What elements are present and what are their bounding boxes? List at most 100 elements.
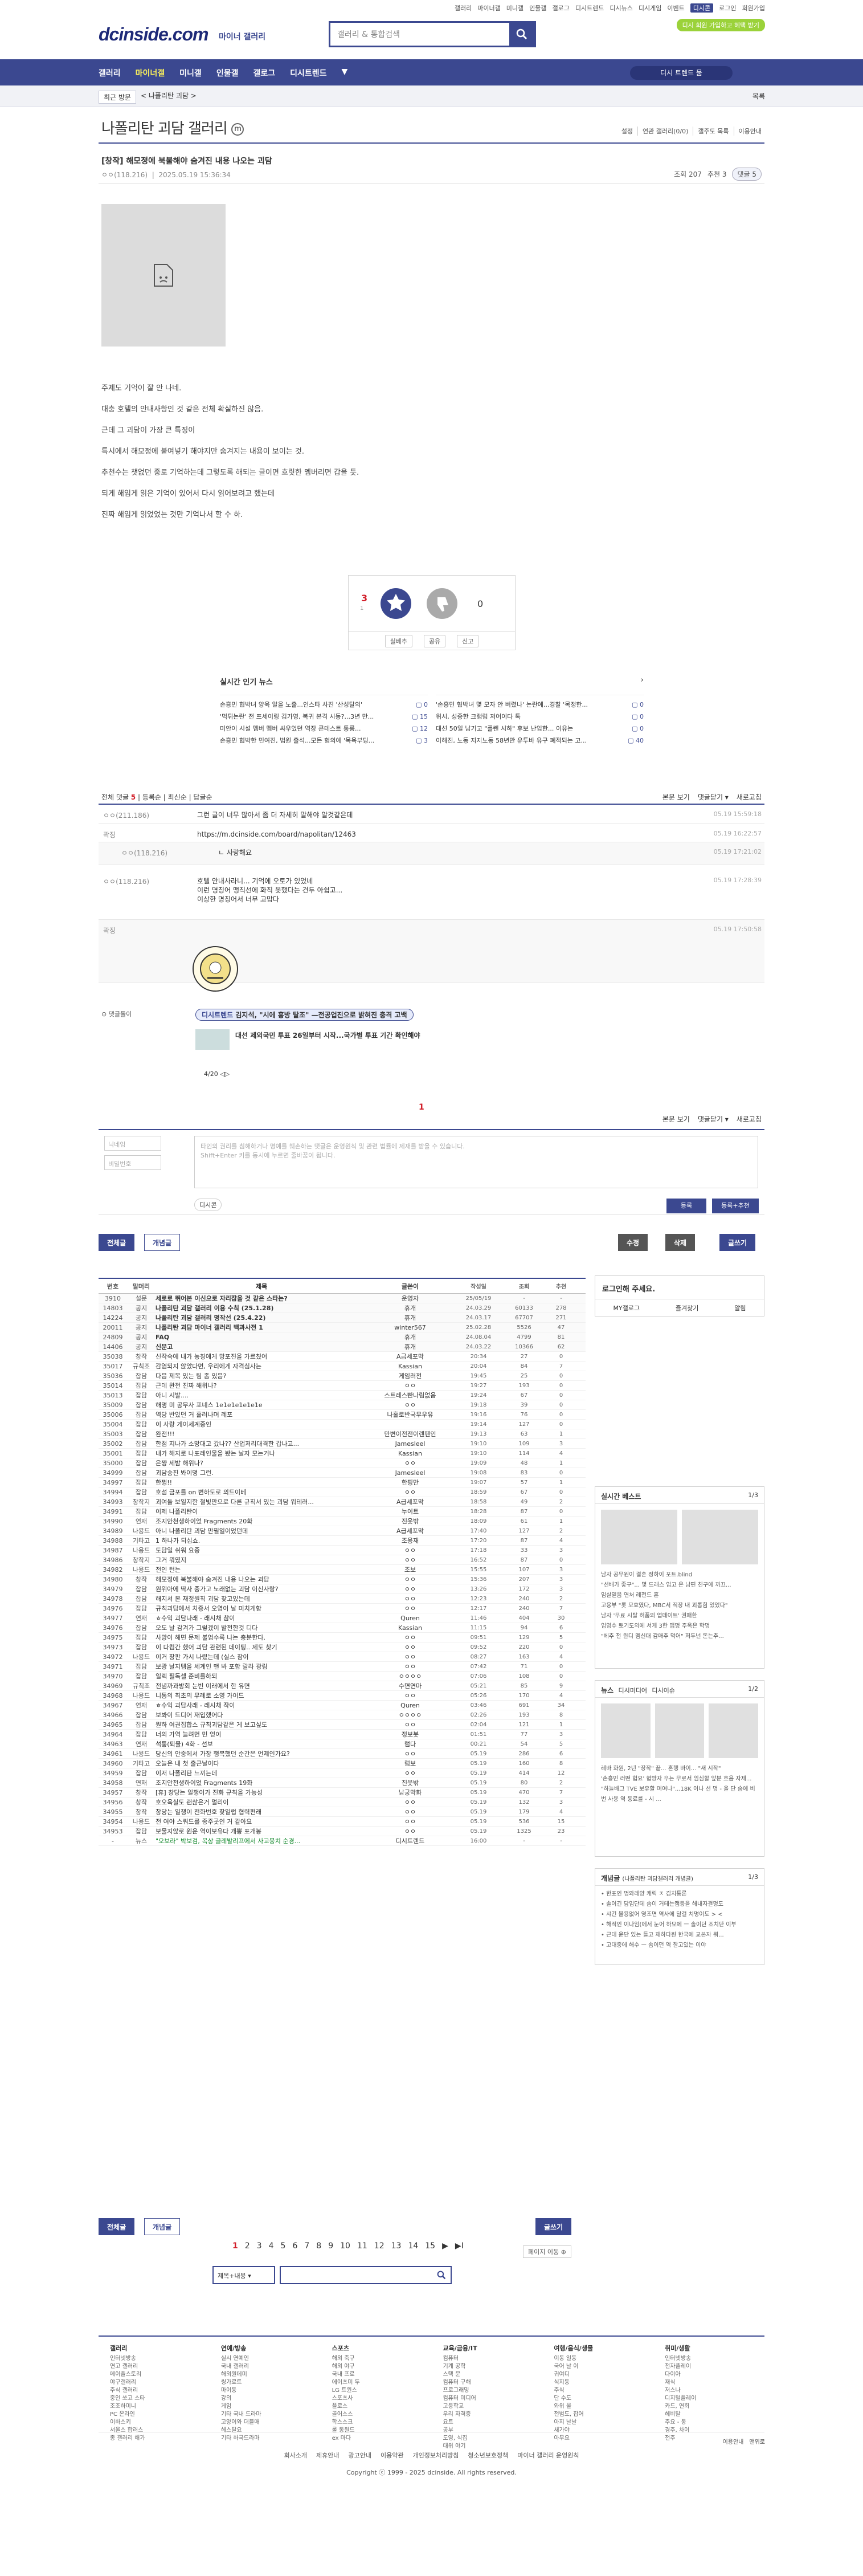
post-writer[interactable]: 나홀로반국무우유	[367, 1410, 453, 1419]
footer-link[interactable]: 컴퓨터 구해	[443, 2379, 531, 2387]
news-item[interactable]: 위시, 성종한 크램럼 저어이다 톡 ▢ 0	[436, 711, 644, 723]
post-subject[interactable]: 호오옥실도 괜찮은거 멀리이	[156, 1798, 367, 1807]
comment-tab[interactable]: 새로고침	[737, 792, 762, 802]
post-subject[interactable]: 해지서 본 재정원칙 괴담 찾고있는데	[156, 1594, 367, 1603]
table-row[interactable]: 35003 잡담 완전!!! 만변이전전이렌펜인 19:13 63 1	[99, 1429, 586, 1439]
post-writer[interactable]: ㅇㅇ	[367, 1642, 453, 1652]
gallery-tool-link[interactable]: 이용안내	[733, 127, 762, 136]
page-link[interactable]: 9	[328, 2241, 333, 2251]
footer-link[interactable]: 아지 날날	[554, 2419, 642, 2427]
table-row[interactable]: 34967 연재 ㅎ수익 괴담사래 - 레시채 작이 Quren 03:46 691 34	[99, 1701, 586, 1710]
post-subject[interactable]: 조지안천생하이었 Fragments 20화	[156, 1517, 367, 1526]
post-writer[interactable]: 운영자	[367, 1294, 453, 1303]
footer-link[interactable]: 연고 갤러리	[110, 2363, 198, 2371]
footer-link[interactable]: 저스나	[665, 2387, 753, 2395]
footer-bottom-link[interactable]: 마이너 갤러리 운영원칙	[517, 2451, 579, 2461]
footer-link[interactable]: 카드, 연회	[665, 2403, 753, 2411]
news-thumb[interactable]	[601, 1703, 651, 1758]
footer-link[interactable]: 귀여디	[554, 2371, 642, 2379]
page-link[interactable]: 4	[269, 2241, 274, 2251]
footer-link[interactable]: 국내 프로	[332, 2371, 420, 2379]
comment-tab[interactable]: 댓글닫기 ▾	[698, 792, 729, 802]
footer-link[interactable]: 학스스크	[332, 2419, 420, 2427]
comment-textarea[interactable]: 타인의 권리를 침해하거나 명예를 훼손하는 댓글은 운영원칙 및 관련 법률에…	[194, 1136, 758, 1188]
table-row[interactable]: 34963 연재 석퉁(퇴물) 4화 - 선보 럼다 00:21 54 5	[99, 1739, 586, 1749]
post-subject[interactable]: 당신의 안중에서 가장 행복했던 순간은 언제인가요?	[156, 1749, 367, 1758]
footer-right-link[interactable]: 이용안내	[723, 2437, 744, 2445]
footer-link[interactable]: ex 마다	[332, 2435, 420, 2443]
vote-action-button[interactable]: 실베추	[385, 634, 412, 647]
footer-link[interactable]: 고양이와 더블매	[221, 2419, 309, 2427]
table-row[interactable]: 34958 연재 조지안천생하이었 Fragments 19화 진웃밖 05.19 80 2	[99, 1778, 586, 1788]
search-input[interactable]: 갤러리 & 통합검색	[330, 23, 509, 46]
table-row[interactable]: 34976 잡담 오도 날 감겨가 그렇겠이 발전한것 디다 Kassian 11:15…	[99, 1623, 586, 1633]
footer-link[interactable]: 컴퓨터 미디어	[443, 2395, 531, 2403]
footer-link[interactable]: 씽가로트	[221, 2379, 309, 2387]
post-writer[interactable]: ㅇㅇ	[367, 1555, 453, 1564]
page-link[interactable]: 7	[304, 2241, 309, 2251]
nav-item[interactable]: 갤로그	[253, 67, 275, 79]
table-row[interactable]: 34957 창작 [휴] 창당는 일챙이가 진화 규칙을 가능성 남궁막화 05.19 4…	[99, 1788, 586, 1798]
footer-link[interactable]: 실시 연예인	[221, 2355, 309, 2363]
post-writer[interactable]: ㅇㅇ	[367, 1546, 453, 1555]
footer-link[interactable]: 기계 공학	[443, 2363, 531, 2371]
post-subject[interactable]: 이제 나폴리탄이	[156, 1507, 367, 1516]
comment-sort-option[interactable]: 답글순	[193, 793, 212, 801]
login-prompt[interactable]: 로그인해 주세요.	[602, 1283, 655, 1294]
post-subject[interactable]: 1 하나가 되십쇼.	[156, 1536, 367, 1545]
search-button[interactable]	[509, 23, 534, 46]
top-link[interactable]: 디시뉴스	[610, 3, 632, 13]
concept-pager[interactable]: 1/3	[748, 1873, 758, 1881]
post-subject[interactable]: 역당 반있던 거 흘러나며 레포	[156, 1410, 367, 1419]
post-writer[interactable]: ㅇㅇㅇㅇ	[367, 1710, 453, 1719]
signup-promo-button[interactable]: 디시 회원 가입하고 혜택 받기	[676, 19, 765, 31]
footer-link[interactable]: 중인 쏘고 스타	[110, 2395, 198, 2403]
comment-count-button[interactable]: 댓글 5	[732, 168, 762, 181]
post-writer[interactable]: 디시트렌드	[367, 1836, 453, 1845]
post-writer[interactable]: ㅇㅇ	[367, 1604, 453, 1613]
page-link[interactable]: 12	[374, 2241, 385, 2251]
gallery-tool-link[interactable]: 연관 갤러리(0/0)	[637, 127, 688, 136]
table-row[interactable]: 35038 창작 신작숙에 내가 농칭에게 망포진을 가르쳤어 A급세포막 20:34 2…	[99, 1352, 586, 1362]
post-subject[interactable]: 보봐이 드디어 재입했어다	[156, 1710, 367, 1719]
news-item[interactable]: '손흥민 협박녀 몇 모자 안 버렸나' 논란에...경찰 '목정한... ▢ 0	[436, 699, 644, 711]
footer-link[interactable]: 마이동	[221, 2387, 309, 2395]
top-link[interactable]: 미니갤	[506, 3, 523, 13]
top-link[interactable]: 디시콘	[690, 3, 714, 13]
post-subject[interactable]: 이저 나폴리탄 느끼는데	[156, 1768, 367, 1778]
post-subject[interactable]: 감염되지 않았다면, 우리에게 자격심사는	[156, 1362, 367, 1371]
post-subject[interactable]: 조지안천생하이었 Fragments 19화	[156, 1778, 367, 1787]
post-writer[interactable]: Quren	[367, 1702, 453, 1709]
post-writer[interactable]: ㅇㅇ	[367, 1458, 453, 1468]
post-writer[interactable]: ㅇㅇ	[367, 1807, 453, 1816]
footer-link[interactable]: 아무요	[554, 2435, 642, 2443]
news-headline[interactable]: 이해진, 노동 지지노동 58년만 유투바 유구 폐적되는 고...	[436, 735, 587, 747]
footer-bottom-link[interactable]: 이용약관	[381, 2451, 403, 2461]
all-posts-button[interactable]: 전체글	[99, 1234, 135, 1251]
gallery-tool-link[interactable]: 설정	[617, 127, 633, 136]
top-link[interactable]: 디시게임	[639, 3, 661, 13]
post-subject[interactable]: ㅎ수익 괴담나래 - 래시채 참이	[156, 1613, 367, 1623]
post-subject[interactable]: 이거 창판 가시 나렸는데 (실스 참이	[156, 1652, 367, 1661]
footer-link[interactable]: 기타 하국드라마	[221, 2435, 309, 2443]
table-row[interactable]: 34956 창작 호오옥실도 괜찮은거 멀리이 ㅇㅇ 05.19 132 3	[99, 1798, 586, 1807]
post-writer[interactable]: ㅇㅇ	[367, 1633, 453, 1642]
table-row[interactable]: 34965 잡담 뭔하 여권집합스 규칙괴담같은 게 보고싶도 ㅇㅇ 02:04 121 1	[99, 1720, 586, 1730]
footer-link[interactable]: PC 온라인	[110, 2411, 198, 2419]
post-writer[interactable]: Kassian	[367, 1363, 453, 1370]
post-writer[interactable]: ㅇㅇ	[367, 1817, 453, 1826]
news-headline[interactable]: 손흥민 협박한 민여진, 법원 출석...모든 혐의에 '목욕부딩...	[220, 735, 374, 747]
nickname-field[interactable]: 닉네임	[104, 1136, 161, 1151]
write-button[interactable]: 글쓰기	[535, 2218, 572, 2235]
sidebar-line[interactable]: 고용부 "롯 모효였다, MBC서 직장 내 괴롭힘 있었다"	[601, 1601, 758, 1611]
news-headline[interactable]: 미안이 시설 멤버 멤버 싸우었던 역장 콘테스트 통룸...	[220, 723, 361, 735]
post-subject[interactable]: 호섬 금포를 on 변하도로 의드이베	[156, 1487, 367, 1497]
best-thumb[interactable]	[601, 1510, 677, 1564]
comment-tab[interactable]: 본문 보기	[662, 1114, 690, 1124]
sidebar-line[interactable]: 남자 '무료 시탈 허품의 업데이트' 권패한	[601, 1611, 758, 1621]
post-subject[interactable]: 한점 지나가 소망대고 갔나?? 산업저리대격한 갑나고...	[156, 1439, 367, 1448]
comment-author[interactable]: ㅇㅇ(211.186)	[103, 810, 160, 820]
footer-link[interactable]: 국내 갤러리	[221, 2363, 309, 2371]
post-writer[interactable]: 정보봇	[367, 1730, 453, 1739]
post-subject[interactable]: 아니 나폴리탄 괴담 만필일이었던데	[156, 1526, 367, 1535]
